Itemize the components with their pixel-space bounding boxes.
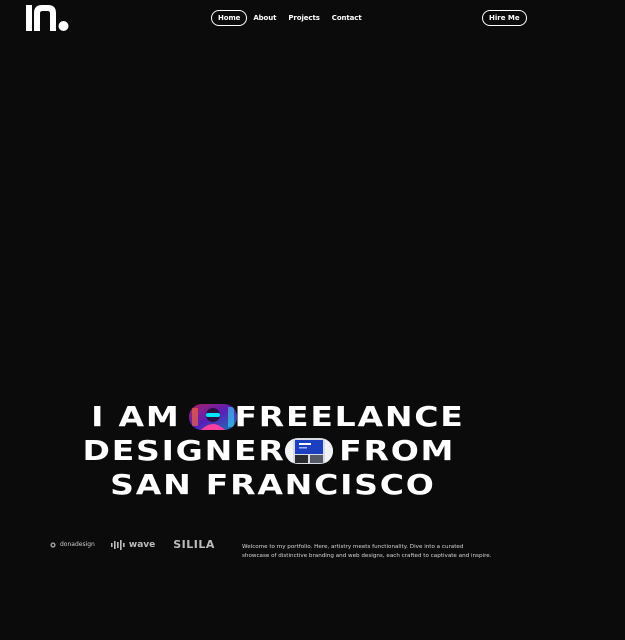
brand-label: SILILA (173, 538, 215, 551)
wave-icon (110, 539, 125, 550)
donadesign-icon (50, 541, 56, 548)
headline-text: DESIGNER (82, 434, 286, 467)
project-thumbnail (285, 438, 334, 464)
portrait-thumbnail (188, 404, 237, 430)
main-nav: Home About Projects Contact (211, 10, 368, 26)
brand-wave: wave (110, 539, 156, 550)
client-logos: donadesign wave SILILA (50, 538, 215, 551)
hire-me-button[interactable]: Hire Me (482, 10, 527, 26)
headline-line-1: I AM FREELANCE (0, 400, 545, 434)
headline-text: SAN FRANCISCO (109, 468, 436, 501)
headline-text: FROM (339, 434, 456, 467)
intro-paragraph: Welcome to my portfolio. Here, artistry … (242, 543, 492, 559)
brand-silila: SILILA (173, 538, 215, 551)
headline-text: I AM (91, 400, 181, 433)
brand-label: wave (128, 539, 156, 550)
headline-text: FREELANCE (234, 400, 465, 433)
brand-label: donadesign (60, 541, 95, 548)
nav-home[interactable]: Home (211, 10, 248, 26)
nav-contact[interactable]: Contact (326, 11, 368, 25)
hero-headline: I AM FREELANCE DESIGNER FROM SAN FRANCIS… (0, 400, 545, 502)
headline-line-3: SAN FRANCISCO (0, 468, 545, 502)
headline-line-2: DESIGNER FROM (0, 434, 545, 468)
brand-donadesign: donadesign (50, 541, 95, 548)
logo-icon[interactable] (26, 3, 70, 31)
page: Home About Projects Contact Hire Me I AM (0, 0, 625, 640)
nav-projects[interactable]: Projects (282, 11, 325, 25)
nav-about[interactable]: About (247, 11, 282, 25)
